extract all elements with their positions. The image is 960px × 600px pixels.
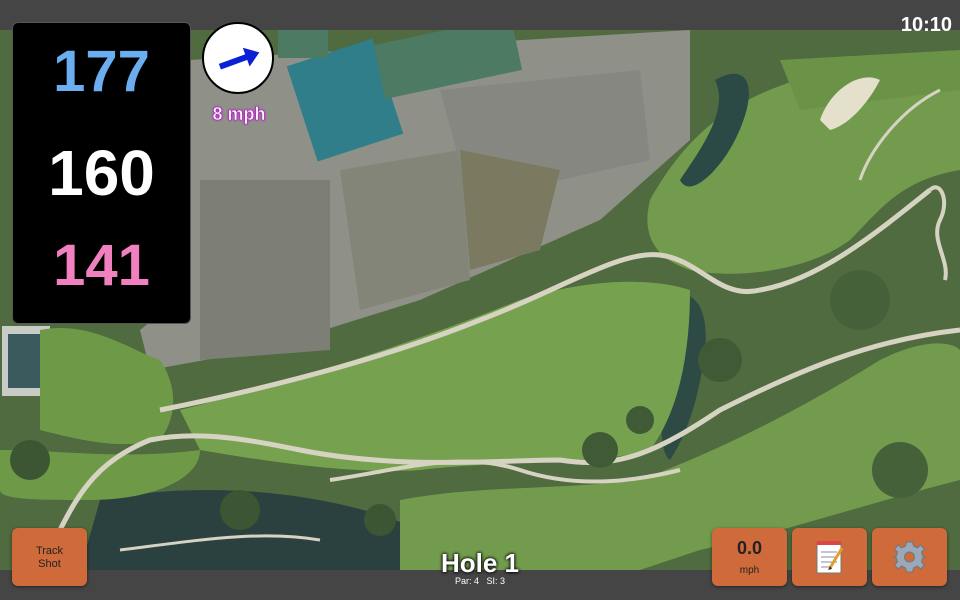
distance-back: 177 (53, 39, 150, 104)
wind-indicator (202, 22, 274, 94)
gear-icon (891, 541, 928, 573)
hole-title: Hole 1 (440, 548, 520, 578)
speed-value: 0.0 (736, 538, 763, 558)
hole-details: Par: 4 SI: 3 (380, 576, 580, 586)
distance-panel: 177 160 141 (12, 22, 191, 324)
speed-button[interactable]: 0.0 mph (712, 528, 787, 586)
distance-middle: 160 (48, 137, 155, 209)
track-shot-label-line1: Track (35, 545, 64, 557)
clock-time: 10:10 (900, 14, 952, 36)
scorecard-button[interactable] (792, 528, 867, 586)
wind-speed-label: 8 mph (212, 104, 266, 125)
hole-stroke-index: SI: 3 (486, 576, 506, 586)
settings-button[interactable] (872, 528, 947, 586)
track-shot-button[interactable]: Track Shot (12, 528, 87, 586)
track-shot-label-line2: Shot (38, 558, 61, 570)
hole-par: Par: 4 (454, 576, 479, 586)
notepad-icon (816, 541, 844, 574)
distance-front: 141 (53, 233, 150, 298)
arrow-right-up-icon (218, 47, 260, 70)
speed-unit: mph (739, 565, 760, 576)
